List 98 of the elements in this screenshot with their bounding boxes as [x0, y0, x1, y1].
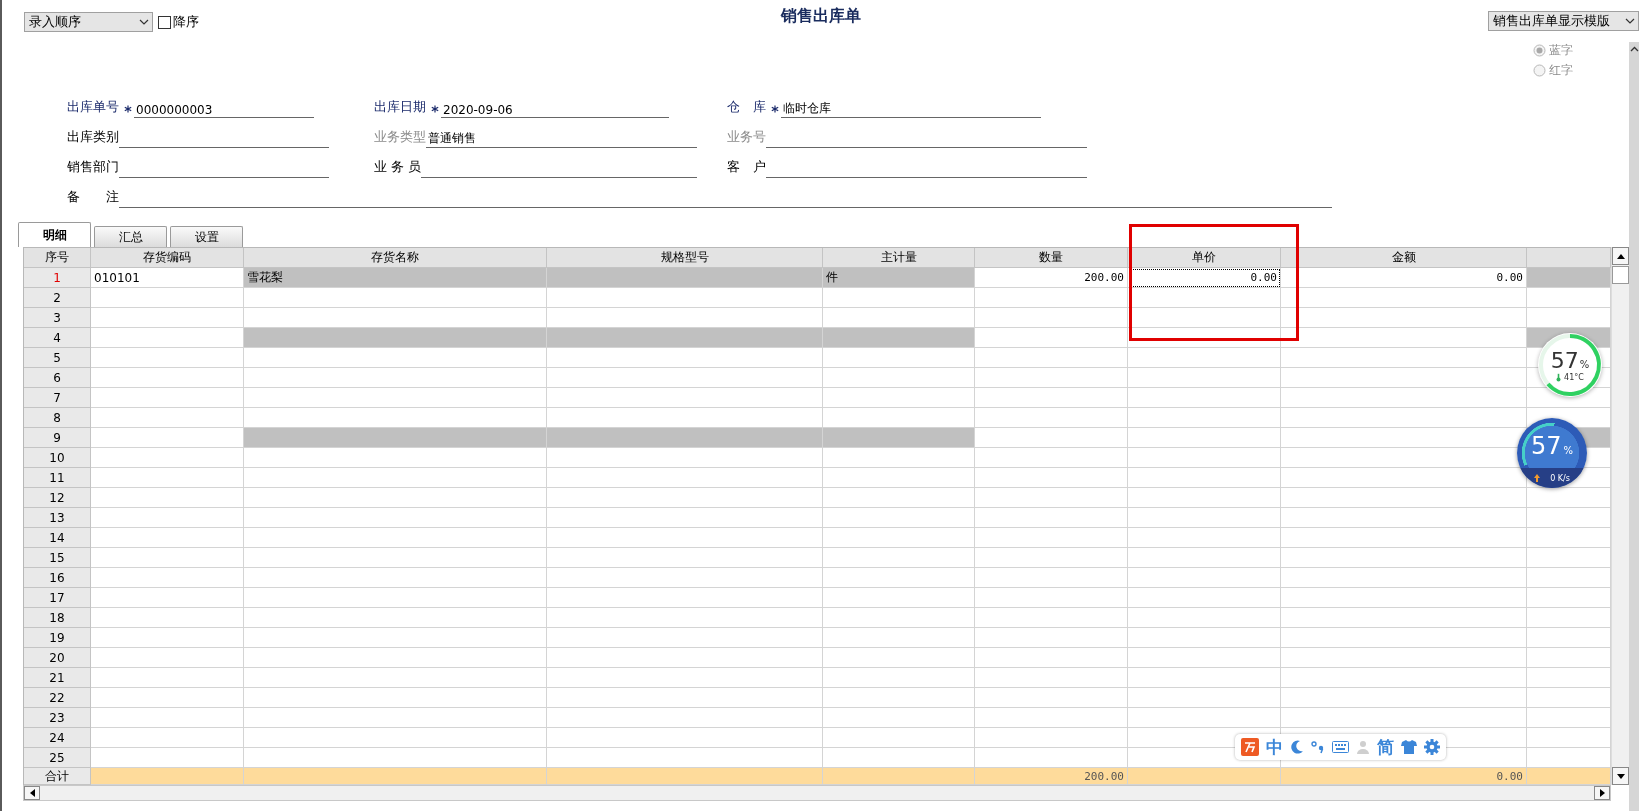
arrow-up-icon: [1616, 253, 1625, 259]
usage-unit: %: [1579, 359, 1590, 370]
column-header: 存货编码: [91, 248, 244, 268]
column-header: 数量: [975, 248, 1128, 268]
row-number[interactable]: 2: [24, 288, 91, 308]
row-number[interactable]: 7: [24, 388, 91, 408]
column-header: 单价: [1128, 248, 1281, 268]
checkbox-label: 降序: [173, 13, 199, 31]
table-cell: 0.00: [1128, 268, 1281, 288]
input-mode-toggle[interactable]: 中: [1266, 735, 1283, 759]
thermometer-icon: [1556, 373, 1562, 382]
charset-toggle[interactable]: 简: [1377, 735, 1394, 759]
scroll-thumb[interactable]: [1612, 266, 1629, 284]
table-cell: 010101: [91, 268, 244, 288]
temperature-text: 41°C: [1564, 373, 1584, 382]
radio-label: 红字: [1549, 62, 1573, 79]
row-number[interactable]: 16: [24, 568, 91, 588]
column-header: 金额: [1281, 248, 1527, 268]
total-label: 合计: [24, 768, 91, 785]
caret-icon: [139, 19, 149, 25]
row-number[interactable]: 9: [24, 428, 91, 448]
field-label: 销售部门: [67, 158, 119, 176]
table-cell: 件: [823, 268, 975, 288]
ime-logo-icon[interactable]: [1241, 738, 1259, 756]
row-number[interactable]: 24: [24, 728, 91, 748]
field-label: 业务类型: [374, 128, 426, 146]
row-number[interactable]: 10: [24, 448, 91, 468]
input-field[interactable]: 2020-09-06: [441, 98, 669, 118]
keyboard-icon[interactable]: [1332, 741, 1349, 753]
horizontal-scrollbar[interactable]: [23, 785, 1611, 801]
upload-arrow-icon: [1534, 474, 1541, 482]
table-cell: 200.00: [975, 268, 1128, 288]
table-cell: 雪花梨: [244, 268, 547, 288]
speed-text: 0 K/s: [1550, 473, 1570, 483]
field-label: 备 注: [67, 188, 119, 206]
punctuation-icon[interactable]: [1311, 740, 1325, 754]
row-number[interactable]: 20: [24, 648, 91, 668]
input-field[interactable]: 临时仓库: [781, 98, 1041, 118]
row-number[interactable]: 18: [24, 608, 91, 628]
scroll-down-button[interactable]: [1612, 767, 1629, 785]
row-number[interactable]: 21: [24, 668, 91, 688]
row-number[interactable]: 5: [24, 348, 91, 368]
row-number[interactable]: 4: [24, 328, 91, 348]
scroll-left-button[interactable]: [24, 786, 40, 800]
usage-unit: %: [1563, 445, 1574, 456]
usage-value: 57: [1550, 348, 1579, 373]
checkbox[interactable]: [158, 15, 171, 29]
row-number[interactable]: 15: [24, 548, 91, 568]
radio-label: 蓝字: [1549, 42, 1573, 59]
shirt-icon[interactable]: [1401, 740, 1417, 754]
page-scrollbar[interactable]: [1629, 42, 1639, 811]
row-number[interactable]: 1: [24, 268, 91, 288]
arrow-left-icon: [29, 789, 35, 797]
total-cell: 200.00: [975, 768, 1128, 785]
scroll-right-button[interactable]: [1594, 786, 1610, 800]
field-label: 业 务 员: [374, 158, 422, 176]
arrow-right-icon: [1599, 789, 1605, 797]
row-number[interactable]: 8: [24, 408, 91, 428]
sort-dropdown[interactable]: 录入顺序: [24, 12, 153, 32]
row-number[interactable]: 25: [24, 748, 91, 768]
column-header: 主计量: [823, 248, 975, 268]
row-number[interactable]: 12: [24, 488, 91, 508]
row-number[interactable]: 17: [24, 588, 91, 608]
row-number[interactable]: 3: [24, 308, 91, 328]
field-label: 客 户: [727, 158, 766, 176]
tab[interactable]: 设置: [170, 226, 243, 247]
tab[interactable]: 汇总: [94, 226, 167, 247]
tab[interactable]: 明细: [18, 222, 91, 247]
network-widget[interactable]: 57% 0 K/s: [1517, 418, 1587, 488]
arrow-up-icon[interactable]: [1629, 46, 1639, 52]
arrow-down-icon: [1616, 773, 1625, 779]
table-cell: 0.00: [1281, 268, 1527, 288]
form-title: 销售出库单: [780, 5, 861, 27]
row-number[interactable]: 23: [24, 708, 91, 728]
usage-ring-icon: [1538, 333, 1602, 397]
column-header: 规格型号: [547, 248, 823, 268]
usage-value: 57: [1530, 432, 1562, 460]
total-cell: 0.00: [1281, 768, 1527, 785]
input-field[interactable]: 0000000003: [134, 98, 314, 118]
template-dropdown[interactable]: 销售出库单显示模版: [1488, 11, 1639, 31]
row-number[interactable]: 6: [24, 368, 91, 388]
row-number[interactable]: 14: [24, 528, 91, 548]
row-number[interactable]: 11: [24, 468, 91, 488]
column-header: 存货名称: [244, 248, 547, 268]
row-number[interactable]: 13: [24, 508, 91, 528]
settings-icon[interactable]: [1424, 739, 1440, 755]
field-label: 出库单号: [67, 98, 119, 116]
field-label: 出库类别: [67, 128, 119, 146]
field-label: 出库日期: [374, 98, 426, 116]
caret-icon: [1625, 18, 1635, 24]
moon-icon[interactable]: [1290, 740, 1304, 754]
field-label: 业务号: [727, 128, 766, 146]
column-header: 序号: [24, 248, 91, 268]
field-label: 仓 库: [727, 98, 766, 116]
scroll-up-button[interactable]: [1612, 247, 1629, 265]
row-number[interactable]: 19: [24, 628, 91, 648]
row-number[interactable]: 22: [24, 688, 91, 708]
vertical-scrollbar[interactable]: [1611, 247, 1629, 785]
